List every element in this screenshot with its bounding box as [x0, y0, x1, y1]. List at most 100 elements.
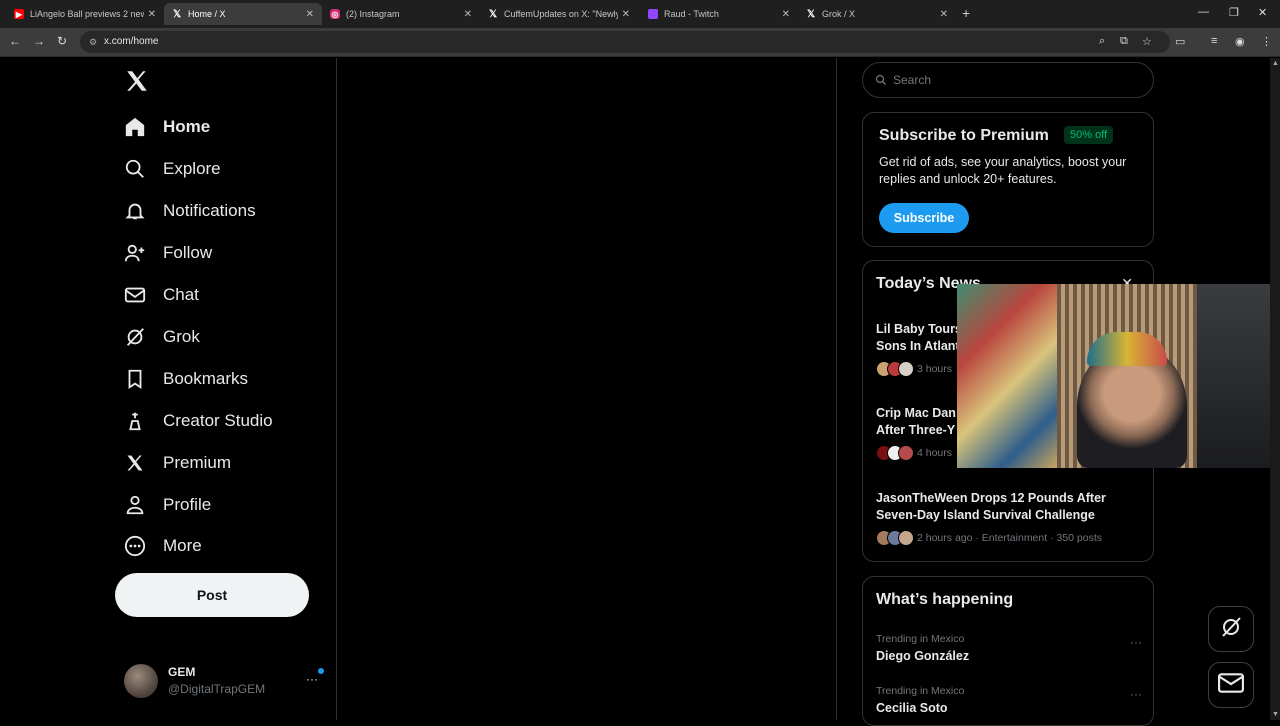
avatar-stack [876, 361, 914, 377]
home-icon [124, 116, 146, 138]
trend-more-icon[interactable]: ··· [1130, 635, 1142, 649]
back-icon[interactable]: ← [9, 34, 21, 48]
trend-item[interactable]: Trending in Mexico Cecilia Soto ··· [876, 685, 1142, 715]
zoom-icon[interactable]: ⌕ [1099, 35, 1105, 48]
news-meta: 2 hours ago · Entertainment · 350 posts [876, 530, 1142, 546]
sidebar-item-bookmarks[interactable]: Bookmarks [124, 362, 248, 396]
x-icon: 𝕏 [806, 8, 816, 20]
sidebar-item-notifications[interactable]: Notifications [124, 194, 256, 228]
sidebar-item-label: Profile [163, 495, 212, 514]
sidebar-item-chat[interactable]: Chat [124, 278, 199, 312]
streamer-cap [1087, 332, 1167, 366]
sidebar-item-home[interactable]: Home [124, 110, 210, 144]
premium-card: Subscribe to Premium 50% off Get rid of … [862, 112, 1154, 247]
media-control-icon[interactable]: ≡ [1211, 35, 1217, 47]
search-placeholder: Search [893, 73, 932, 87]
close-tab-icon[interactable]: ✕ [940, 9, 948, 20]
x-page: Home Explore Notifications Follow Chat G… [0, 58, 1280, 726]
sidebar-item-creator-studio[interactable]: Creator Studio [124, 404, 273, 438]
webcam-overlay [957, 284, 1280, 468]
browser-tab-cuffemupdates[interactable]: 𝕏 CuffemUpdates on X: "Newly n ✕ [480, 3, 638, 25]
bookmark-star-icon[interactable]: ☆ [1142, 35, 1152, 48]
close-tab-icon[interactable]: ✕ [306, 9, 314, 20]
trend-item[interactable]: Trending in Mexico Diego González ··· [876, 633, 1142, 663]
trend-context: Trending in Mexico [876, 685, 965, 697]
tab-title: Grok / X [822, 9, 856, 19]
instagram-icon: ◎ [330, 9, 340, 19]
youtube-icon: ▶ [14, 9, 24, 19]
search-icon [124, 158, 146, 180]
reload-icon[interactable]: ↻ [57, 34, 67, 48]
messages-floating-button[interactable] [1208, 662, 1254, 708]
close-window-icon[interactable]: ✕ [1258, 6, 1267, 19]
x-logo-icon[interactable] [124, 68, 150, 94]
sidebar-item-label: Explore [163, 159, 221, 178]
sidebar-item-premium[interactable]: Premium [124, 446, 231, 480]
sidebar-item-explore[interactable]: Explore [124, 152, 221, 186]
close-tab-icon[interactable]: ✕ [464, 9, 472, 20]
twitch-icon [648, 9, 658, 19]
search-input[interactable]: Search [862, 62, 1154, 98]
sidebar-item-grok[interactable]: Grok [124, 320, 200, 354]
avatar [124, 664, 158, 698]
sidebar-item-label: More [163, 536, 202, 555]
tab-title: Raud - Twitch [664, 9, 719, 19]
avatar-stack [876, 445, 914, 461]
scroll-down-icon[interactable]: ▼ [1272, 711, 1279, 718]
tab-title: LiAngelo Ball previews 2 new s [30, 9, 144, 19]
news-meta-text: 3 hours [917, 363, 953, 375]
timeline-column [337, 58, 837, 720]
forward-icon[interactable]: → [33, 34, 45, 48]
sidebar-item-label: Bookmarks [163, 369, 249, 388]
trend-context: Trending in Mexico [876, 633, 965, 645]
close-tab-icon[interactable]: ✕ [148, 9, 156, 20]
site-info-icon[interactable]: ⚙ [89, 31, 97, 53]
whats-happening-card: What’s happening Trending in Mexico Dieg… [862, 576, 1154, 726]
browser-tab-instagram[interactable]: ◎ (2) Instagram ✕ [322, 3, 480, 25]
browser-tab-bar: ▶ LiAngelo Ball previews 2 new s ✕ 𝕏 Hom… [0, 0, 1280, 28]
creator-studio-icon [124, 410, 146, 432]
browser-tab-youtube[interactable]: ▶ LiAngelo Ball previews 2 new s ✕ [6, 3, 164, 25]
news-item[interactable]: JasonTheWeen Drops 12 Pounds After Seven… [876, 490, 1142, 546]
background-painting [957, 284, 1057, 468]
scroll-up-icon[interactable]: ▲ [1272, 60, 1279, 67]
trend-name: Diego González [876, 649, 970, 663]
account-switcher[interactable]: GEM @DigitalTrapGEM ··· [124, 662, 324, 702]
x-icon: 𝕏 [488, 8, 498, 20]
browser-toolbar: ← → ↻ ⚙ x.com/home ⌕ ⧉ ☆ ▭ ≡ ◉ ⋮ [0, 28, 1280, 57]
bookmark-icon [124, 368, 146, 390]
page-scrollbar[interactable]: ▲ ▼ [1270, 58, 1280, 720]
side-panel-icon[interactable]: ▭ [1175, 35, 1185, 48]
restore-icon[interactable]: ❐ [1229, 6, 1239, 19]
grok-floating-button[interactable] [1208, 606, 1254, 652]
menu-kebab-icon[interactable]: ⋮ [1261, 35, 1272, 48]
account-more-icon[interactable]: ··· [306, 672, 318, 686]
left-sidebar: Home Explore Notifications Follow Chat G… [0, 58, 337, 720]
profile-icon[interactable]: ◉ [1235, 35, 1245, 48]
post-button[interactable]: Post [115, 573, 309, 617]
sidebar-item-label: Home [163, 117, 211, 136]
trend-more-icon[interactable]: ··· [1130, 687, 1142, 701]
notification-dot [318, 668, 324, 674]
grok-icon [124, 326, 146, 348]
close-tab-icon[interactable]: ✕ [622, 9, 630, 20]
install-app-icon[interactable]: ⧉ [1120, 35, 1128, 48]
new-tab-icon[interactable]: + [962, 5, 970, 21]
tab-title: CuffemUpdates on X: "Newly n [504, 9, 618, 19]
sidebar-item-more[interactable]: More [124, 529, 202, 563]
sidebar-item-profile[interactable]: Profile [124, 488, 211, 522]
sidebar-item-follow[interactable]: Follow [124, 236, 212, 270]
minimize-icon[interactable]: — [1198, 6, 1209, 18]
address-bar[interactable]: ⚙ x.com/home [80, 31, 1170, 53]
subscribe-button[interactable]: Subscribe [879, 203, 969, 233]
sidebar-item-label: Chat [163, 285, 199, 304]
browser-tab-twitch[interactable]: Raud - Twitch ✕ [640, 3, 798, 25]
sidebar-item-label: Premium [163, 453, 232, 472]
follow-icon [124, 242, 146, 264]
browser-tab-grok[interactable]: 𝕏 Grok / X ✕ [798, 3, 956, 25]
news-headline: JasonTheWeen Drops 12 Pounds After Seven… [876, 491, 1106, 522]
more-icon [124, 535, 146, 557]
browser-tab-home-x[interactable]: 𝕏 Home / X ✕ [164, 3, 322, 25]
sidebar-item-label: Notifications [163, 201, 256, 220]
close-tab-icon[interactable]: ✕ [782, 9, 790, 20]
